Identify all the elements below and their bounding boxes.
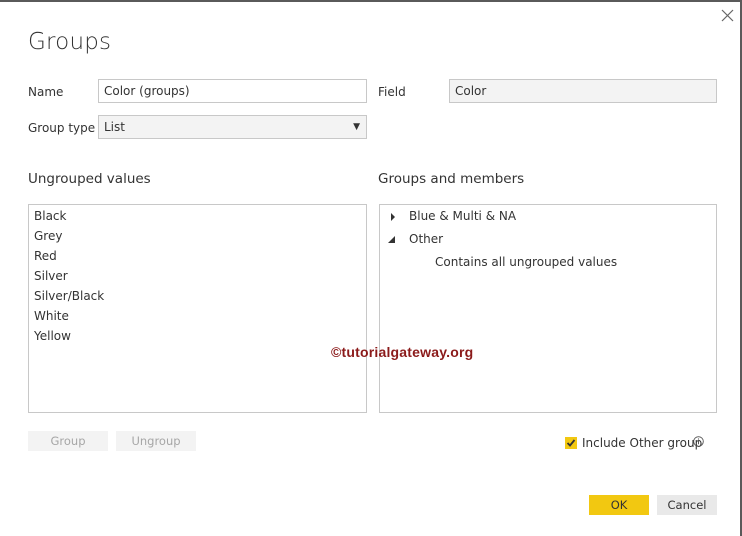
ok-button[interactable]: OK (589, 495, 649, 515)
ungrouped-values-list[interactable]: Black Grey Red Silver Silver/Black White… (28, 204, 367, 413)
include-other-checkbox[interactable] (565, 437, 577, 449)
name-input[interactable]: Color (groups) (98, 79, 367, 103)
field-label: Field (378, 85, 406, 99)
field-input: Color (449, 79, 717, 103)
cancel-button[interactable]: Cancel (657, 495, 717, 515)
watermark: ©tutorialgateway.org (331, 344, 474, 360)
list-item[interactable]: Silver/Black (34, 289, 104, 303)
list-item[interactable]: Yellow (34, 329, 71, 343)
tree-group-label[interactable]: Other (409, 232, 443, 246)
list-item[interactable]: White (34, 309, 69, 323)
list-item[interactable]: Silver (34, 269, 68, 283)
checkmark-icon (566, 439, 576, 447)
groups-members-tree[interactable]: Blue & Multi & NA Other Contains all ung… (379, 204, 717, 413)
group-type-label: Group type (28, 121, 96, 135)
list-item[interactable]: Grey (34, 229, 62, 243)
groups-members-heading: Groups and members (378, 171, 525, 187)
group-type-value: List (104, 120, 125, 134)
group-type-select[interactable]: List ▼ (98, 115, 367, 139)
ungroup-button[interactable]: Ungroup (116, 431, 196, 451)
dialog-title: Groups (28, 29, 112, 55)
list-item[interactable]: Black (34, 209, 66, 223)
name-label: Name (28, 85, 64, 99)
chevron-down-icon: ▼ (353, 122, 360, 132)
name-input-value: Color (groups) (104, 84, 190, 98)
close-icon[interactable] (718, 6, 738, 26)
tree-group-note: Contains all ungrouped values (435, 255, 618, 269)
field-input-value: Color (455, 84, 487, 98)
ungrouped-values-heading: Ungrouped values (28, 171, 151, 187)
info-icon[interactable] (693, 436, 704, 447)
collapse-arrow-icon[interactable] (388, 236, 395, 243)
group-button[interactable]: Group (28, 431, 108, 451)
expand-arrow-icon[interactable] (390, 213, 396, 221)
list-item[interactable]: Red (34, 249, 57, 263)
include-other-label[interactable]: Include Other group (582, 436, 702, 450)
tree-group-label[interactable]: Blue & Multi & NA (409, 209, 516, 223)
groups-dialog: Groups Name Color (groups) Field Color G… (0, 0, 742, 536)
